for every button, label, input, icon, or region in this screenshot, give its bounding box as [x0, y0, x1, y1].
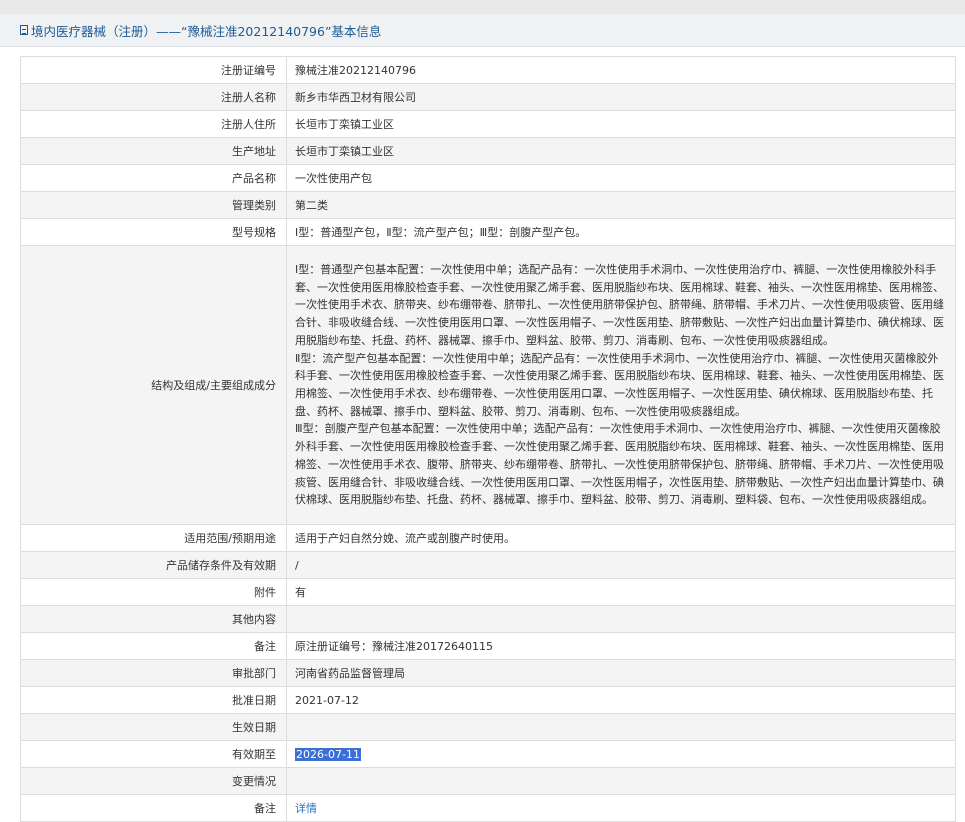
table-row: 管理类别 第二类	[21, 191, 955, 219]
expiry-date-selected[interactable]: 2026-07-11	[295, 747, 361, 761]
table-row: 其他内容	[21, 605, 955, 633]
field-label: 型号规格	[21, 218, 287, 246]
field-label: 批准日期	[21, 686, 287, 714]
info-table: 注册证编号 豫械注准20212140796 注册人名称 新乡市华西卫材有限公司 …	[21, 56, 955, 822]
field-value	[286, 713, 955, 741]
field-value: 第二类	[286, 191, 955, 219]
field-value: 长垣市丁栾镇工业区	[286, 137, 955, 165]
field-value: 原注册证编号：豫械注准20172640115	[286, 632, 955, 660]
table-row: 注册证编号 豫械注准20212140796	[21, 56, 955, 84]
field-label: 注册人住所	[21, 110, 287, 138]
table-row: 生产地址 长垣市丁栾镇工业区	[21, 137, 955, 165]
table-row: 产品名称 一次性使用产包	[21, 164, 955, 192]
table-row: 批准日期 2021-07-12	[21, 686, 955, 714]
panel-header: 境内医疗器械（注册）——“豫械注准20212140796”基本信息	[0, 14, 965, 47]
table-row: 附件 有	[21, 578, 955, 606]
table-row: 注册人名称 新乡市华西卫材有限公司	[21, 83, 955, 111]
table-row: 生效日期	[21, 713, 955, 741]
composition-paragraph: Ⅱ型：流产型产包基本配置：一次性使用中单；选配产品有：一次性使用手术洞巾、一次性…	[295, 351, 944, 418]
field-value: 2026-07-11	[286, 740, 955, 768]
field-label: 备注	[21, 632, 287, 660]
field-value	[286, 605, 955, 633]
table-row: 结构及组成/主要组成成分 Ⅰ型：普通型产包基本配置：一次性使用中单；选配产品有：…	[21, 245, 955, 525]
field-label: 生效日期	[21, 713, 287, 741]
field-value: 详情	[286, 794, 955, 822]
field-value: 长垣市丁栾镇工业区	[286, 110, 955, 138]
field-label: 生产地址	[21, 137, 287, 165]
info-table-wrapper: 注册证编号 豫械注准20212140796 注册人名称 新乡市华西卫材有限公司 …	[20, 56, 956, 822]
field-value: 豫械注准20212140796	[286, 56, 955, 84]
field-value: /	[286, 551, 955, 579]
field-value	[286, 767, 955, 795]
field-value: 适用于产妇自然分娩、流产或剖腹产时使用。	[286, 524, 955, 552]
field-value: 新乡市华西卫材有限公司	[286, 83, 955, 111]
composition-paragraph: Ⅲ型：剖腹产型产包基本配置：一次性使用中单；选配产品有：一次性使用手术洞巾、一次…	[295, 422, 944, 507]
table-row: 备注 详情	[21, 794, 955, 822]
field-label: 附件	[21, 578, 287, 606]
field-value: Ⅰ型：普通型产包基本配置：一次性使用中单；选配产品有：一次性使用手术洞巾、一次性…	[286, 245, 955, 525]
document-icon	[20, 25, 28, 35]
field-value: 一次性使用产包	[286, 164, 955, 192]
table-row: 有效期至 2026-07-11	[21, 740, 955, 768]
field-value: Ⅰ型：普通型产包，Ⅱ型：流产型产包；Ⅲ型：剖腹产型产包。	[286, 218, 955, 246]
field-label: 适用范围/预期用途	[21, 524, 287, 552]
table-row: 产品储存条件及有效期 /	[21, 551, 955, 579]
page-title: 境内医疗器械（注册）——“豫械注准20212140796”基本信息	[31, 23, 382, 39]
field-label: 注册证编号	[21, 56, 287, 84]
composition-paragraph: Ⅰ型：普通型产包基本配置：一次性使用中单；选配产品有：一次性使用手术洞巾、一次性…	[295, 263, 944, 347]
table-row: 变更情况	[21, 767, 955, 795]
field-label: 产品名称	[21, 164, 287, 192]
field-label: 备注	[21, 794, 287, 822]
top-strip	[0, 0, 965, 14]
field-label: 注册人名称	[21, 83, 287, 111]
table-row: 注册人住所 长垣市丁栾镇工业区	[21, 110, 955, 138]
field-label: 其他内容	[21, 605, 287, 633]
table-row: 适用范围/预期用途 适用于产妇自然分娩、流产或剖腹产时使用。	[21, 524, 955, 552]
field-value: 2021-07-12	[286, 686, 955, 714]
details-link[interactable]: 详情	[295, 802, 317, 815]
field-value: 河南省药品监督管理局	[286, 659, 955, 687]
field-label: 有效期至	[21, 740, 287, 768]
field-label: 变更情况	[21, 767, 287, 795]
field-value: 有	[286, 578, 955, 606]
field-label: 管理类别	[21, 191, 287, 219]
table-row: 审批部门 河南省药品监督管理局	[21, 659, 955, 687]
table-row: 备注 原注册证编号：豫械注准20172640115	[21, 632, 955, 660]
field-label: 审批部门	[21, 659, 287, 687]
table-row: 型号规格 Ⅰ型：普通型产包，Ⅱ型：流产型产包；Ⅲ型：剖腹产型产包。	[21, 218, 955, 246]
field-label: 产品储存条件及有效期	[21, 551, 287, 579]
field-label: 结构及组成/主要组成成分	[21, 245, 287, 525]
